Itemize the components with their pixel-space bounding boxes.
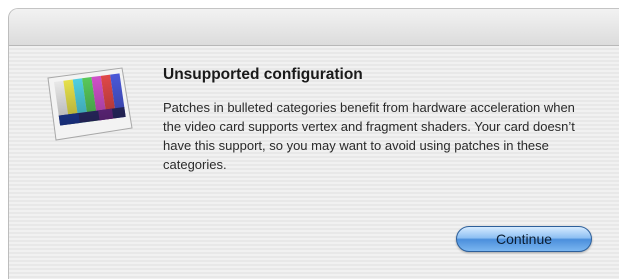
color-bars-display-icon: [44, 66, 144, 146]
window-titlebar[interactable]: [9, 9, 619, 46]
alert-title: Unsupported configuration: [163, 66, 363, 83]
alert-message: Patches in bulleted categories benefit f…: [163, 100, 575, 172]
continue-button[interactable]: Continue: [456, 226, 592, 252]
